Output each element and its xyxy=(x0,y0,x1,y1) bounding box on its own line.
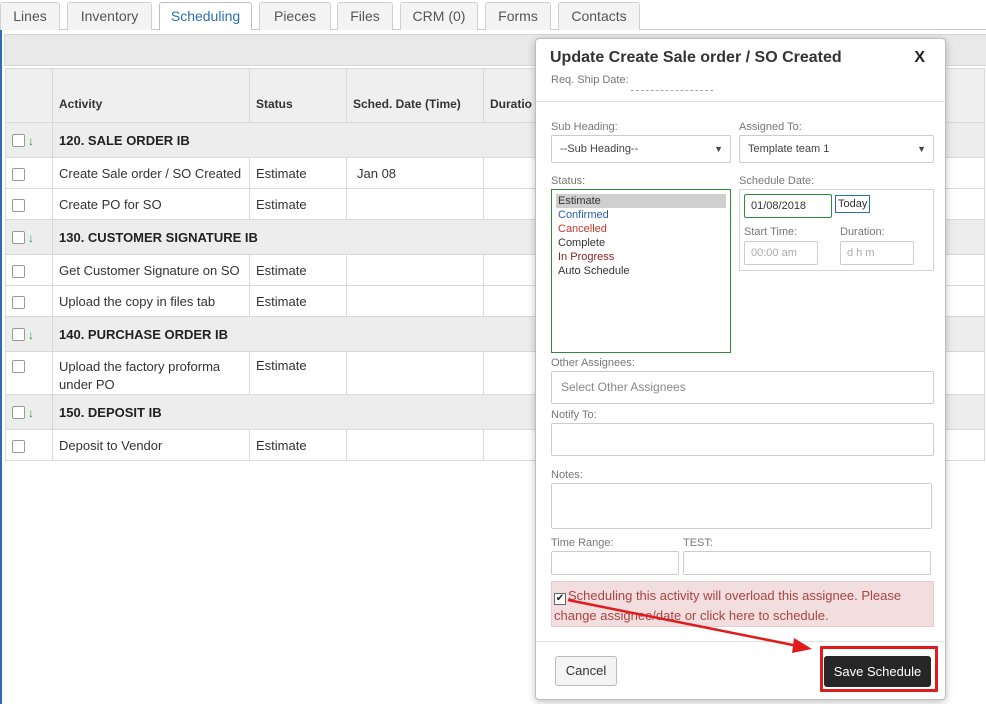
status-cell: Estimate xyxy=(249,285,347,317)
time-range-input[interactable] xyxy=(551,551,679,575)
warning-text[interactable]: Scheduling this activity will overload t… xyxy=(554,588,901,623)
tab-lines[interactable]: Lines xyxy=(0,2,60,31)
cancel-button[interactable]: Cancel xyxy=(555,656,617,686)
req-ship-date-label: Req. Ship Date: xyxy=(551,74,629,86)
duration-input[interactable]: d h m xyxy=(840,241,914,265)
header-status[interactable]: Status xyxy=(249,68,347,123)
arrow-down-icon[interactable]: ↓ xyxy=(28,134,34,148)
header-sched-date[interactable]: Sched. Date (Time) xyxy=(346,68,484,123)
group-checkbox[interactable] xyxy=(12,231,25,245)
arrow-down-icon[interactable]: ↓ xyxy=(28,328,34,342)
tab-scheduling[interactable]: Scheduling xyxy=(159,2,252,32)
group-checkbox[interactable] xyxy=(12,406,25,420)
start-time-placeholder: 00:00 am xyxy=(751,247,797,259)
assigned-to-label: Assigned To: xyxy=(739,121,802,133)
schedule-date-box: 01/08/2018 Today Start Time: 00:00 am Du… xyxy=(739,189,934,271)
assigned-to-select[interactable]: Template team 1 ▼ xyxy=(739,135,934,163)
duration-placeholder: d h m xyxy=(847,247,875,259)
start-time-label: Start Time: xyxy=(744,226,798,238)
status-cell: Estimate xyxy=(249,157,347,189)
row-checkbox[interactable] xyxy=(12,295,25,309)
schedule-date-label: Schedule Date: xyxy=(739,175,815,187)
group-checkbox[interactable] xyxy=(12,134,25,148)
tab-forms[interactable]: Forms xyxy=(485,2,551,31)
other-assignees-placeholder: Select Other Assignees xyxy=(561,380,686,394)
date-cell xyxy=(346,254,484,286)
other-assignees-input[interactable]: Select Other Assignees xyxy=(551,371,934,404)
notify-to-input[interactable] xyxy=(551,423,934,456)
today-button[interactable]: Today xyxy=(835,195,871,213)
status-cell: Estimate xyxy=(249,351,347,395)
status-option-estimate[interactable]: Estimate xyxy=(556,194,726,208)
test-label: TEST: xyxy=(683,537,713,549)
status-cell: Estimate xyxy=(249,429,347,461)
assigned-to-value: Template team 1 xyxy=(748,143,830,155)
group-checkbox[interactable] xyxy=(12,328,25,342)
date-cell xyxy=(346,285,484,317)
start-time-input[interactable]: 00:00 am xyxy=(744,241,818,265)
activity-cell[interactable]: Upload the factory proforma under PO xyxy=(52,351,250,395)
date-cell xyxy=(346,351,484,395)
status-option-complete[interactable]: Complete xyxy=(556,236,726,250)
footer-divider xyxy=(536,641,945,642)
row-checkbox[interactable] xyxy=(12,264,25,278)
activity-cell[interactable]: Create Sale order / SO Created xyxy=(52,157,250,189)
header-select xyxy=(5,68,53,123)
arrow-down-icon[interactable]: ↓ xyxy=(28,406,34,420)
tab-inventory[interactable]: Inventory xyxy=(67,2,152,31)
status-option-in-progress[interactable]: In Progress xyxy=(556,250,726,264)
other-assignees-label: Other Assignees: xyxy=(551,357,635,369)
status-cell: Estimate xyxy=(249,188,347,220)
divider xyxy=(536,101,945,102)
activity-cell[interactable]: Deposit to Vendor xyxy=(52,429,250,461)
tab-crm[interactable]: CRM (0) xyxy=(400,2,478,31)
activity-cell[interactable]: Create PO for SO xyxy=(52,188,250,220)
tab-bar: Lines Inventory Scheduling Pieces Files … xyxy=(0,0,986,32)
status-option-auto-schedule[interactable]: Auto Schedule xyxy=(556,264,726,278)
time-range-label: Time Range: xyxy=(551,537,614,549)
update-schedule-modal: Update Create Sale order / SO Created X … xyxy=(535,38,946,700)
activity-cell[interactable]: Upload the copy in files tab xyxy=(52,285,250,317)
row-checkbox[interactable] xyxy=(12,198,25,212)
row-checkbox[interactable] xyxy=(12,167,25,181)
status-label: Status: xyxy=(551,175,586,187)
row-checkbox[interactable] xyxy=(12,360,25,374)
arrow-down-icon[interactable]: ↓ xyxy=(28,231,34,245)
test-input[interactable] xyxy=(683,551,931,575)
modal-title: Update Create Sale order / SO Created xyxy=(550,49,842,66)
status-cell: Estimate xyxy=(249,254,347,286)
caret-down-icon: ▼ xyxy=(714,144,723,154)
activity-cell[interactable]: Get Customer Signature on SO xyxy=(52,254,250,286)
notify-to-label: Notify To: xyxy=(551,409,597,421)
notes-label: Notes: xyxy=(551,469,583,481)
date-cell xyxy=(346,429,484,461)
tab-contacts[interactable]: Contacts xyxy=(558,2,640,31)
header-activity[interactable]: Activity xyxy=(52,68,250,123)
sub-heading-label: Sub Heading: xyxy=(551,121,618,133)
date-cell xyxy=(346,188,484,220)
duration-label: Duration: xyxy=(840,226,885,238)
req-ship-date-value[interactable] xyxy=(631,90,713,91)
sub-heading-value: --Sub Heading-- xyxy=(560,143,639,155)
status-option-cancelled[interactable]: Cancelled xyxy=(556,222,726,236)
status-option-confirmed[interactable]: Confirmed xyxy=(556,208,726,222)
date-cell: Jan 08 xyxy=(346,157,484,189)
status-listbox[interactable]: Estimate Confirmed Cancelled Complete In… xyxy=(551,189,731,353)
row-checkbox[interactable] xyxy=(12,439,25,453)
notes-textarea[interactable] xyxy=(551,483,932,529)
close-icon[interactable]: X xyxy=(914,49,925,67)
overload-warning[interactable]: ✔ Scheduling this activity will overload … xyxy=(551,581,934,627)
tab-pieces[interactable]: Pieces xyxy=(259,2,331,31)
tab-files[interactable]: Files xyxy=(337,2,393,31)
caret-down-icon: ▼ xyxy=(917,144,926,154)
sub-heading-select[interactable]: --Sub Heading-- ▼ xyxy=(551,135,731,163)
save-highlight-box xyxy=(820,646,938,692)
schedule-date-input[interactable]: 01/08/2018 xyxy=(744,194,832,218)
override-checkbox[interactable]: ✔ xyxy=(554,593,566,605)
